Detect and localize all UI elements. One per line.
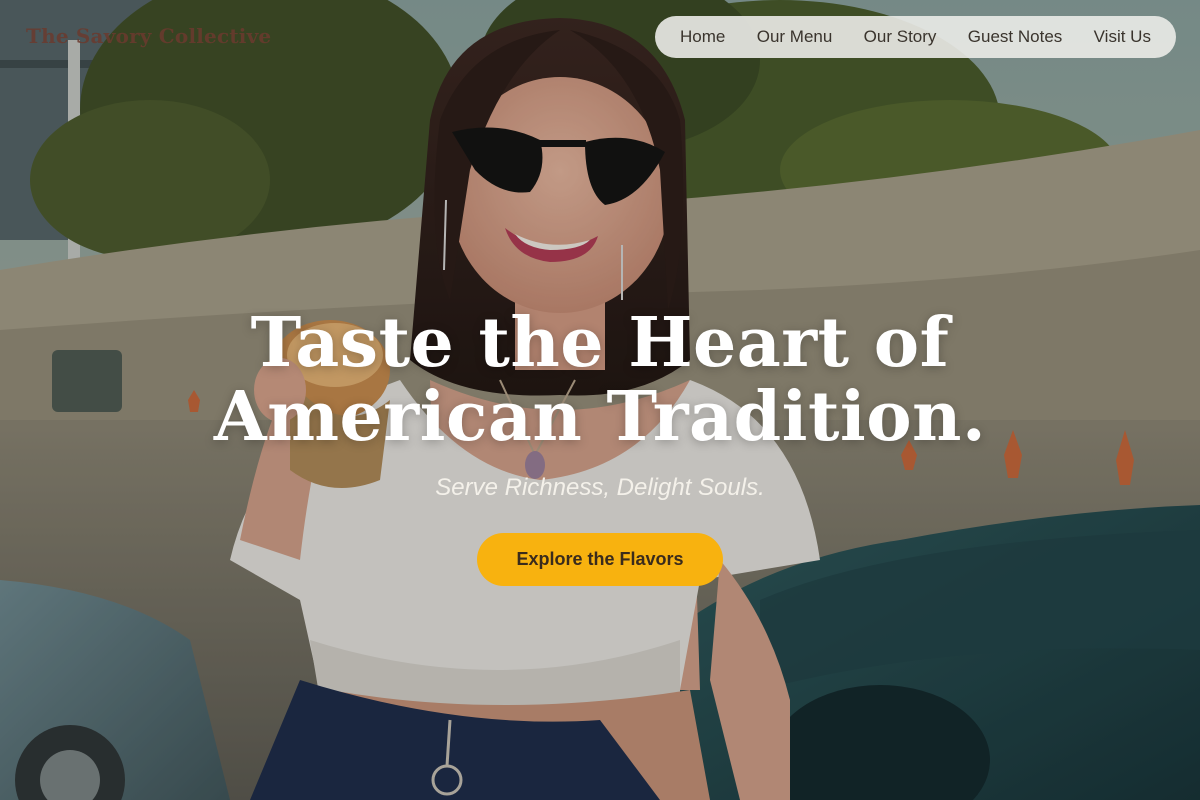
brand-logo-text[interactable]: The Savory Collective: [26, 24, 271, 48]
hero-headline-line-1: Taste the Heart of: [250, 303, 950, 383]
nav-link-our-menu[interactable]: Our Menu: [746, 27, 844, 47]
hero-headline-line-2: American Tradition.: [213, 377, 987, 457]
nav-link-guest-notes[interactable]: Guest Notes: [957, 27, 1074, 47]
nav-link-our-story[interactable]: Our Story: [853, 27, 948, 47]
nav-link-visit-us[interactable]: Visit Us: [1083, 27, 1162, 47]
nav-link-home[interactable]: Home: [669, 27, 736, 47]
hero-tagline: Serve Richness, Delight Souls.: [435, 474, 765, 501]
hero-headline: Taste the Heart of American Tradition.: [0, 306, 1200, 454]
main-nav: Home Our Menu Our Story Guest Notes Visi…: [655, 16, 1176, 58]
explore-flavors-button[interactable]: Explore the Flavors: [477, 533, 723, 586]
